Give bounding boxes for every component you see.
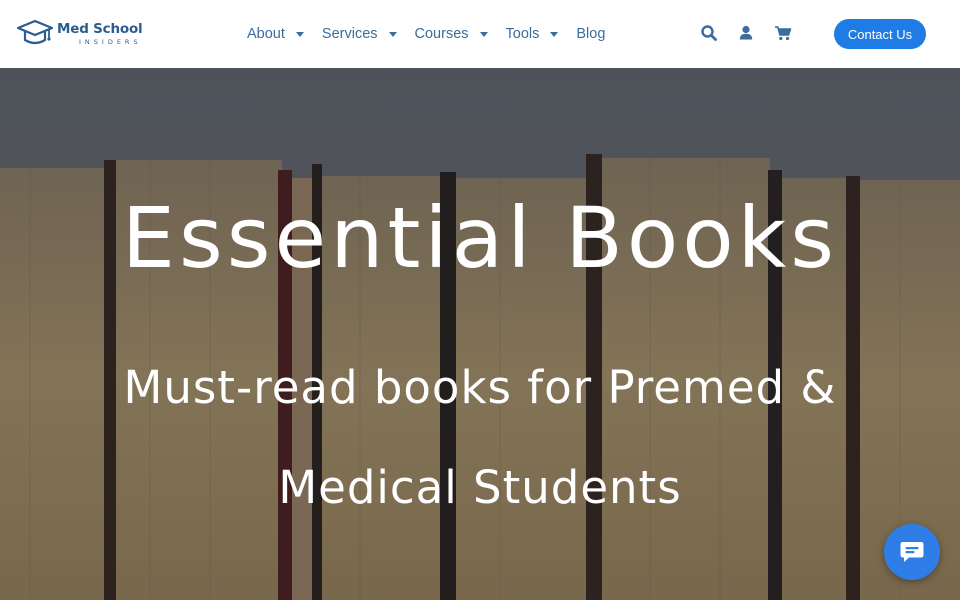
chat-bubble-icon	[900, 542, 924, 562]
caret-down-icon	[479, 32, 488, 37]
nav-item-services[interactable]: Services	[322, 26, 397, 42]
hero-subtitle: Must-read books for Premed & Medical Stu…	[123, 361, 837, 514]
nav-item-label: Blog	[576, 26, 606, 42]
nav-item-label: Services	[321, 26, 378, 42]
nav-item-label: About	[247, 26, 285, 42]
brand-name: Med School	[57, 21, 143, 37]
nav-item-courses[interactable]: Courses	[415, 26, 488, 42]
caret-down-icon	[388, 32, 397, 37]
brand-subname: INSIDERS	[79, 37, 142, 46]
hero-title: Essential Books	[121, 189, 839, 287]
nav-item-about[interactable]: About	[247, 26, 304, 42]
graduation-cap-icon	[16, 19, 54, 45]
site-header: Med School INSIDERS About Services Cours…	[0, 0, 960, 68]
nav-item-blog[interactable]: Blog	[576, 26, 605, 42]
user-icon[interactable]	[737, 24, 755, 42]
main-nav: About Services Courses Tools Blog	[247, 23, 623, 45]
hero-banner: Essential Books Must-read books for Prem…	[0, 68, 960, 600]
contact-us-button[interactable]: Contact Us	[834, 19, 926, 49]
caret-down-icon	[550, 32, 559, 37]
cart-icon[interactable]	[774, 24, 792, 42]
nav-item-label: Tools	[505, 26, 540, 42]
site-logo[interactable]: Med School INSIDERS	[16, 18, 143, 50]
nav-item-tools[interactable]: Tools	[506, 26, 559, 42]
nav-item-label: Courses	[414, 26, 469, 42]
search-icon[interactable]	[700, 24, 718, 42]
chat-widget-button[interactable]	[884, 524, 940, 580]
caret-down-icon	[295, 32, 304, 37]
